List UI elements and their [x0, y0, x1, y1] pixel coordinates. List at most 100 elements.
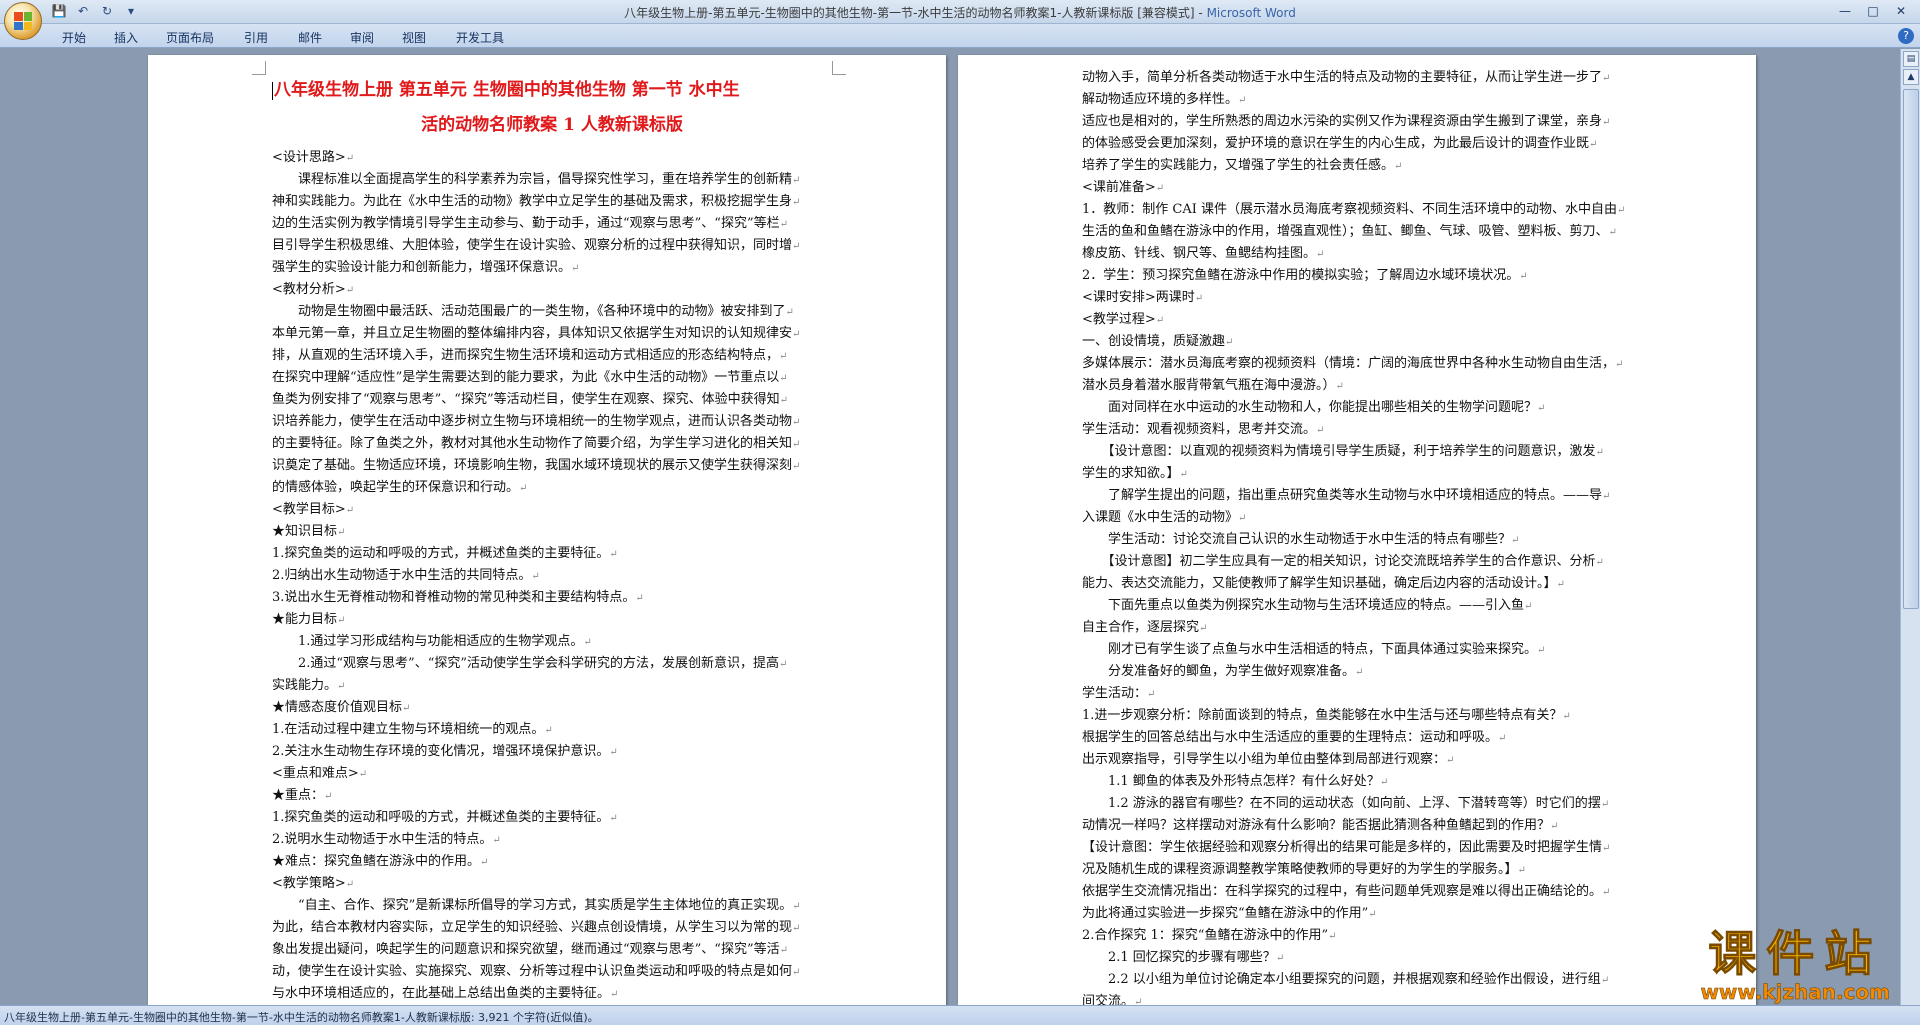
paragraph-line: 2.通过“观察与思考”、“探究”活动使学生学会科学研究的方法，发展创新意识，提高…	[298, 656, 788, 671]
paragraph-line: 的情感体验，唤起学生的环保意识和行动。↵	[272, 480, 528, 495]
paragraph-line: 了解学生提出的问题，指出重点研究鱼类等水生动物与水中环境相适应的特点。——导↵	[1108, 488, 1611, 503]
paragraph-line: 【设计意图】初二学生应具有一定的相关知识，讨论交流既培养学生的合作意识、分析↵	[1101, 554, 1604, 569]
paragraph-line: 面对同样在水中运动的水生动物和人，你能提出哪些相关的生物学问题呢？↵	[1108, 400, 1546, 415]
paragraph-mark-icon: ↵	[1394, 161, 1403, 172]
paragraph-line: 自主合作，逐层探究↵	[1082, 620, 1208, 635]
paragraph-mark-icon: ↵	[792, 197, 801, 208]
office-button[interactable]	[4, 2, 42, 40]
status-bar: 八年级生物上册-第五单元-生物圈中的其他生物-第一节-水中生活的动物名师教案1-…	[0, 1005, 1920, 1025]
page-2-paragraphs: 动物入手，简单分析各类动物适于水中生活的特点及动物的主要特征，从而让学生进一步了…	[1082, 67, 1640, 1005]
tab-mailings[interactable]: 邮件	[298, 29, 322, 46]
paragraph-mark-icon: ↵	[635, 593, 644, 604]
ruler-toggle-icon[interactable]: ▤	[1903, 51, 1919, 67]
paragraph-mark-icon: ↵	[779, 219, 788, 230]
paragraph-line: 课程标准以全面提高学生的科学素养为宗旨，倡导探究性学习，重在培养学生的创新精↵	[298, 172, 801, 187]
page-1-paragraphs: <设计思路>↵ 课程标准以全面提高学生的科学素养为宗旨，倡导探究性学习，重在培养学…	[272, 147, 832, 1005]
paragraph-line: 动物入手，简单分析各类动物适于水中生活的特点及动物的主要特征，从而让学生进一步了…	[1082, 70, 1611, 85]
paragraph-mark-icon: ↵	[531, 571, 540, 582]
paragraph-line: ★情感态度价值观目标↵	[272, 700, 411, 715]
paragraph-line: 一、创设情境，质疑激趣↵	[1082, 334, 1234, 349]
crop-mark	[252, 61, 266, 75]
ribbon-tabs: 开始 插入 页面布局 引用 邮件 审阅 视图 开发工具 ?	[0, 24, 1920, 48]
paragraph-mark-icon: ↵	[1238, 95, 1247, 106]
paragraph-line: <教学过程>↵	[1082, 312, 1165, 327]
paragraph-mark-icon: ↵	[1608, 227, 1617, 238]
tab-insert[interactable]: 插入	[114, 29, 138, 46]
paragraph-mark-icon: ↵	[1275, 953, 1285, 964]
paragraph-mark-icon: ↵	[345, 505, 355, 516]
page-1-content[interactable]: 八年级生物上册 第五单元 生物圈中的其他生物 第一节 水中生 活的动物名师教案 …	[272, 73, 832, 1005]
paragraph-line: ★难点：探究鱼鳍在游泳中的作用。↵	[272, 854, 489, 869]
paragraph-line: 潜水员身着潜水服背带氧气瓶在海中漫游。）↵	[1082, 378, 1344, 393]
paragraph-line: 识奠定了基础。生物适应环境，环境影响生物，我国水域环境现状的展示又使学生获得深刻…	[272, 458, 801, 473]
paragraph-line: ★知识目标↵	[272, 524, 346, 539]
paragraph-mark-icon: ↵	[609, 813, 618, 824]
page-2-content[interactable]: 动物入手，简单分析各类动物适于水中生活的特点及动物的主要特征，从而让学生进一步了…	[1082, 67, 1640, 1005]
tab-developer[interactable]: 开发工具	[456, 29, 504, 46]
paragraph-mark-icon: ↵	[779, 945, 788, 956]
paragraph-mark-icon: ↵	[779, 373, 788, 384]
paragraph-line: 鱼类为例安排了“观察与思考”、“探究”等活动栏目，使学生在观察、探究、体验中获得…	[272, 392, 788, 407]
paragraph-mark-icon: ↵	[345, 153, 355, 164]
paragraph-mark-icon: ↵	[1556, 579, 1565, 590]
paragraph-mark-icon: ↵	[1550, 821, 1559, 832]
paragraph-line: 1.探究鱼类的运动和呼吸的方式，并概述鱼类的主要特征。↵	[272, 546, 618, 561]
paragraph-line: 2.2 以小组为单位讨论确定本小组要探究的问题，并根据观察和经验作出假设，进行组…	[1108, 972, 1610, 987]
scroll-up-icon[interactable]: ▲	[1903, 69, 1919, 85]
paragraph-mark-icon: ↵	[785, 307, 794, 318]
paragraph-line: <重点和难点>↵	[272, 766, 368, 781]
paragraph-line: 2.说明水生动物适于水中生活的特点。↵	[272, 832, 501, 847]
document-title-line-2: 活的动物名师教案 1 人教新课标版	[421, 115, 683, 135]
paragraph-mark-icon: ↵	[792, 901, 801, 912]
tab-review[interactable]: 审阅	[350, 29, 374, 46]
paragraph-mark-icon: ↵	[337, 527, 346, 538]
paragraph-line: 依据学生交流情况指出：在科学探究的过程中，有些问题单凭观察是难以得出正确结论的。…	[1082, 884, 1611, 899]
paragraph-line: ★重点：↵	[272, 788, 333, 803]
paragraph-mark-icon: ↵	[1355, 667, 1364, 678]
paragraph-mark-icon: ↵	[1589, 139, 1598, 150]
close-icon[interactable]: ✕	[1888, 2, 1914, 20]
page-1[interactable]: 八年级生物上册 第五单元 生物圈中的其他生物 第一节 水中生 活的动物名师教案 …	[148, 55, 946, 1005]
paragraph-mark-icon: ↵	[1498, 733, 1507, 744]
paragraph-line: 神和实践能力。为此在《水中生活的动物》教学中立足学生的基础及需求，积极挖掘学生身…	[272, 194, 801, 209]
paragraph-mark-icon: ↵	[571, 263, 580, 274]
paragraph-mark-icon: ↵	[337, 681, 346, 692]
paragraph-line: 1.探究鱼类的运动和呼吸的方式，并概述鱼类的主要特征。↵	[272, 810, 618, 825]
paragraph-mark-icon: ↵	[792, 461, 801, 472]
paragraph-mark-icon: ↵	[1316, 249, 1325, 260]
paragraph-mark-icon: ↵	[792, 967, 801, 978]
paragraph-line: 为此将通过实验进一步探究“鱼鳍在游泳中的作用”↵	[1082, 906, 1377, 921]
paragraph-mark-icon: ↵	[1519, 271, 1528, 282]
paragraph-line: 动情况一样吗？这样摆动对游泳有什么影响？能否据此猜测各种鱼鳍起到的作用？↵	[1082, 818, 1559, 833]
paragraph-mark-icon: ↵	[1238, 513, 1247, 524]
watermark-title: 课件站	[1708, 926, 1883, 982]
text-cursor	[272, 81, 273, 100]
paragraph-line: 适应也是相对的，学生所熟悉的周边水污染的实例又作为课程资源由学生搬到了课堂，亲身…	[1082, 114, 1611, 129]
tab-references[interactable]: 引用	[244, 29, 268, 46]
maximize-icon[interactable]: □	[1860, 2, 1886, 20]
paragraph-line: 的主要特征。除了鱼类之外，教材对其他水生动物作了简要介绍，为学生学习进化的相关知…	[272, 436, 801, 451]
document-area[interactable]: 八年级生物上册 第五单元 生物圈中的其他生物 第一节 水中生 活的动物名师教案 …	[0, 49, 1900, 1005]
tab-home[interactable]: 开始	[62, 29, 86, 46]
paragraph-line: 多媒体展示：潜水员海底考察的视频资料（情境：广阔的海底世界中各种水生动物自由生活…	[1082, 356, 1624, 371]
paragraph-line: <教学策略>↵	[272, 876, 355, 891]
paragraph-mark-icon: ↵	[792, 329, 801, 340]
paragraph-mark-icon: ↵	[583, 637, 592, 648]
paragraph-line: 1.在活动过程中建立生物与环境相统一的观点。↵	[272, 722, 553, 737]
office-logo-icon	[14, 12, 32, 30]
paragraph-line: 1.2 游泳的器官有哪些？在不同的运动状态（如向前、上浮、下潜转弯等）时它们的摆…	[1108, 796, 1610, 811]
paragraph-mark-icon: ↵	[1199, 623, 1208, 634]
paragraph-mark-icon: ↵	[1335, 381, 1344, 392]
scrollbar-thumb[interactable]	[1903, 89, 1919, 609]
window-title: 八年级生物上册-第五单元-生物圈中的其他生物-第一节-水中生活的动物名师教案1-…	[624, 6, 1296, 20]
paragraph-mark-icon: ↵	[1368, 909, 1377, 920]
vertical-scrollbar[interactable]: ▤ ▲	[1900, 49, 1920, 1005]
paragraph-mark-icon: ↵	[792, 241, 801, 252]
tab-view[interactable]: 视图	[402, 29, 426, 46]
minimize-icon[interactable]: —	[1832, 2, 1858, 20]
tab-page-layout[interactable]: 页面布局	[166, 29, 214, 46]
paragraph-mark-icon: ↵	[792, 417, 801, 428]
help-icon[interactable]: ?	[1898, 28, 1914, 44]
paragraph-mark-icon: ↵	[779, 395, 788, 406]
page-2[interactable]: 动物入手，简单分析各类动物适于水中生活的特点及动物的主要特征，从而让学生进一步了…	[958, 55, 1756, 1005]
